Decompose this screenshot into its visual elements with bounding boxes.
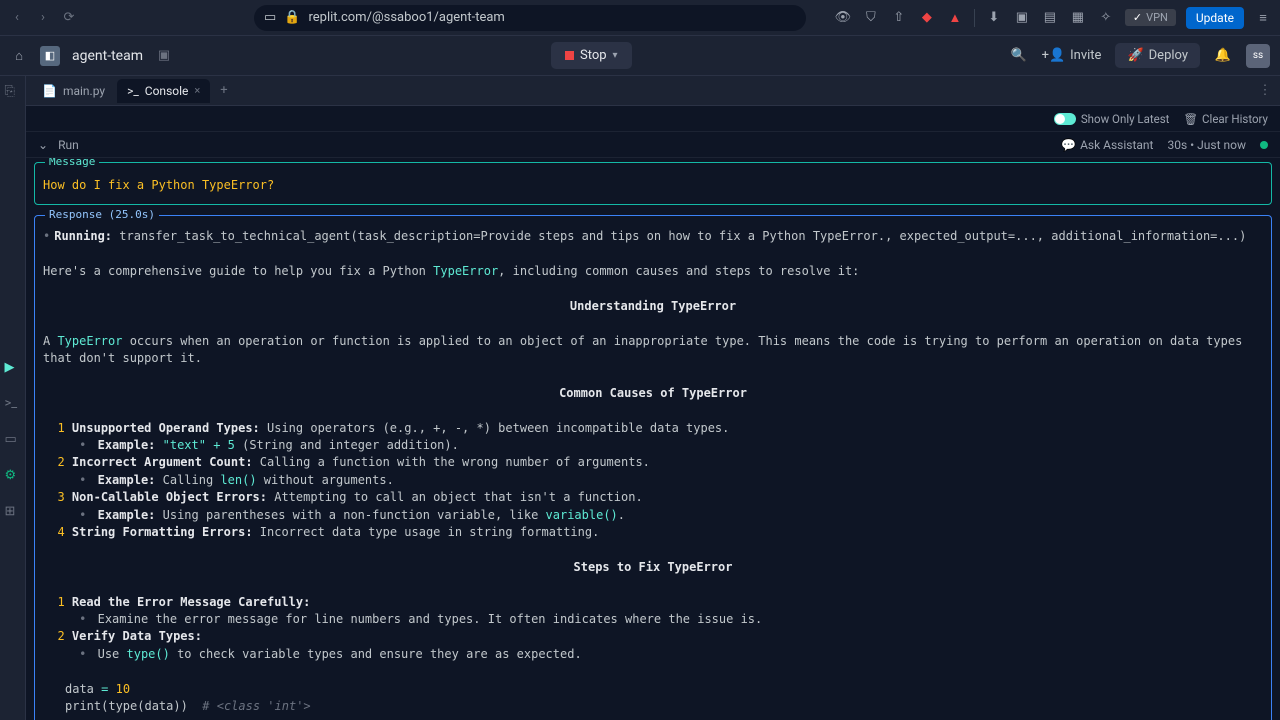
- tab-main-py[interactable]: 📄 main.py: [32, 79, 115, 103]
- avatar[interactable]: ss: [1246, 44, 1270, 68]
- shield-icon[interactable]: ⛉: [862, 9, 880, 27]
- home-icon[interactable]: ⌂: [10, 47, 28, 65]
- message-text: How do I fix a Python TypeError?: [35, 163, 1271, 204]
- left-rail: ⎘ ▶ >_ ▭ ⚙ ⊞: [0, 76, 26, 720]
- tab-menu-icon[interactable]: ⋮: [1256, 82, 1274, 100]
- panel-icon[interactable]: ▣: [1013, 9, 1031, 27]
- download-icon[interactable]: ⬇: [985, 9, 1003, 27]
- run-timestamp: 30s • Just now: [1167, 138, 1246, 152]
- apps-icon[interactable]: ⊞: [5, 504, 21, 520]
- layout-icon[interactable]: ▣: [155, 47, 173, 65]
- console-toolbar: Show Only Latest 🗑 Clear History: [26, 106, 1280, 132]
- person-add-icon: +👤: [1042, 48, 1066, 63]
- add-tab-button[interactable]: +: [212, 81, 235, 100]
- tab-console[interactable]: >_ Console ×: [117, 79, 210, 103]
- chevron-down-icon[interactable]: ⌄: [38, 138, 48, 152]
- trash-icon: 🗑: [1183, 112, 1198, 126]
- files-icon[interactable]: ⎘: [5, 84, 21, 100]
- share-icon[interactable]: ⇧: [890, 9, 908, 27]
- lock-icon: 🔒: [284, 10, 300, 25]
- vpn-badge[interactable]: ✓VPN: [1125, 9, 1176, 26]
- file-icon: 📄: [42, 84, 57, 98]
- message-label: Message: [45, 158, 99, 170]
- chevron-down-icon: ▾: [613, 50, 618, 61]
- toggle-switch-icon: [1054, 113, 1076, 125]
- ask-assistant-button[interactable]: 💬 Ask Assistant: [1061, 138, 1153, 152]
- response-label: Response (25.0s): [45, 207, 159, 223]
- replit-logo-icon: ◧: [40, 46, 60, 66]
- close-icon[interactable]: ×: [194, 84, 200, 97]
- response-box: Response (25.0s) •Running: transfer_task…: [34, 215, 1272, 720]
- ext-2-icon[interactable]: ▲: [946, 9, 964, 27]
- project-name: agent-team: [72, 48, 143, 64]
- run-label: Run: [58, 138, 79, 152]
- url-bar[interactable]: ▭ 🔒 replit.com/@ssaboo1/agent-team: [254, 5, 806, 31]
- heading-understanding: Understanding TypeError: [43, 298, 1263, 315]
- stop-icon: [565, 51, 574, 60]
- eye-icon[interactable]: 👁: [834, 9, 852, 27]
- calendar-icon[interactable]: ▦: [1069, 9, 1087, 27]
- bookmark-icon[interactable]: ▭: [264, 10, 276, 25]
- heading-steps: Steps to Fix TypeError: [43, 559, 1263, 576]
- console-output: Message How do I fix a Python TypeError?…: [26, 158, 1280, 720]
- play-icon[interactable]: ▶: [5, 360, 21, 376]
- forward-arrow-icon[interactable]: ›: [34, 9, 52, 27]
- run-header: ⌄ Run 💬 Ask Assistant 30s • Just now: [26, 132, 1280, 158]
- gear-icon[interactable]: ⚙: [5, 468, 21, 484]
- sparkle-icon[interactable]: ✧: [1097, 9, 1115, 27]
- chat-icon: 💬: [1061, 138, 1076, 152]
- bell-icon[interactable]: 🔔: [1214, 47, 1232, 65]
- app-header: ⌂ ◧ agent-team ▣ Stop ▾ 🔍 +👤Invite 🚀Depl…: [0, 36, 1280, 76]
- deploy-button[interactable]: 🚀Deploy: [1115, 43, 1200, 68]
- message-box: Message How do I fix a Python TypeError?: [34, 162, 1272, 205]
- tab-bar: 📄 main.py >_ Console × + ⋮: [26, 76, 1280, 106]
- back-arrow-icon[interactable]: ‹: [8, 9, 26, 27]
- browser-chrome: ‹ › ⟳ ▭ 🔒 replit.com/@ssaboo1/agent-team…: [0, 0, 1280, 36]
- console-icon[interactable]: ▭: [5, 432, 21, 448]
- heading-common: Common Causes of TypeError: [43, 385, 1263, 402]
- menu-icon[interactable]: ≡: [1254, 9, 1272, 27]
- update-button[interactable]: Update: [1186, 7, 1244, 29]
- browser-icons-group: 👁 ⛉ ⇧ ◆ ▲ ⬇ ▣ ▤ ▦ ✧ ✓VPN Update ≡: [834, 7, 1272, 29]
- show-latest-toggle[interactable]: Show Only Latest: [1054, 112, 1170, 126]
- url-text: replit.com/@ssaboo1/agent-team: [308, 10, 504, 25]
- status-dot-icon: [1260, 141, 1268, 149]
- shell-icon[interactable]: >_: [5, 396, 21, 412]
- invite-button[interactable]: +👤Invite: [1042, 48, 1102, 63]
- stop-button[interactable]: Stop ▾: [551, 42, 632, 69]
- rocket-icon: 🚀: [1127, 48, 1143, 63]
- search-icon[interactable]: 🔍: [1010, 47, 1028, 65]
- console-tab-icon: >_: [127, 84, 139, 98]
- ext-1-icon[interactable]: ◆: [918, 9, 936, 27]
- reader-icon[interactable]: ▤: [1041, 9, 1059, 27]
- reload-icon[interactable]: ⟳: [60, 9, 78, 27]
- clear-history-button[interactable]: 🗑 Clear History: [1183, 112, 1268, 126]
